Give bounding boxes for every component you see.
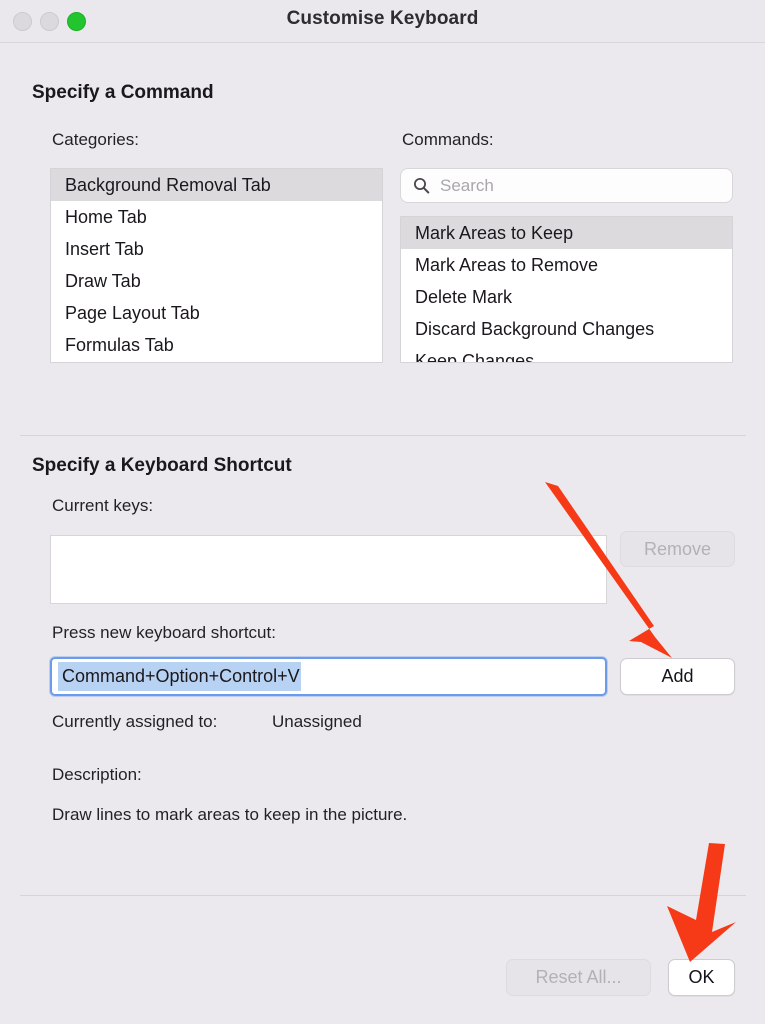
section-divider-top bbox=[20, 435, 746, 436]
command-list-item[interactable]: Discard Background Changes bbox=[401, 313, 732, 345]
currently-assigned-label: Currently assigned to: bbox=[52, 712, 218, 731]
specify-command-heading: Specify a Command bbox=[32, 82, 214, 103]
command-list-item[interactable]: Keep Changes bbox=[401, 345, 732, 362]
category-list-item[interactable]: Formulas Tab bbox=[51, 329, 382, 361]
command-list-item[interactable]: Delete Mark bbox=[401, 281, 732, 313]
commands-list[interactable]: Mark Areas to Keep Mark Areas to Remove … bbox=[400, 216, 733, 363]
search-input[interactable]: Search bbox=[400, 168, 733, 203]
current-keys-box[interactable] bbox=[50, 535, 607, 604]
command-list-item[interactable]: Mark Areas to Keep bbox=[401, 217, 732, 249]
command-list-item[interactable]: Mark Areas to Remove bbox=[401, 249, 732, 281]
categories-list[interactable]: Background Removal Tab Home Tab Insert T… bbox=[50, 168, 383, 363]
customise-keyboard-dialog: Customise Keyboard Specify a Command Cat… bbox=[0, 0, 765, 1024]
category-list-item[interactable]: Background Removal Tab bbox=[51, 169, 382, 201]
current-keys-label: Current keys: bbox=[52, 496, 154, 515]
ok-button[interactable]: OK bbox=[668, 959, 735, 996]
category-list-item[interactable]: Home Tab bbox=[51, 201, 382, 233]
specify-shortcut-heading: Specify a Keyboard Shortcut bbox=[32, 455, 292, 476]
reset-all-button[interactable]: Reset All... bbox=[506, 959, 651, 996]
search-placeholder: Search bbox=[440, 175, 494, 195]
section-divider-bottom bbox=[20, 895, 746, 896]
category-list-item[interactable]: Page Layout Tab bbox=[51, 297, 382, 329]
currently-assigned-value: Unassigned bbox=[272, 712, 362, 731]
description-label: Description: bbox=[52, 765, 142, 784]
description-text: Draw lines to mark areas to keep in the … bbox=[52, 805, 408, 824]
category-list-item[interactable]: Insert Tab bbox=[51, 233, 382, 265]
title-bar: Customise Keyboard bbox=[0, 0, 765, 43]
add-button[interactable]: Add bbox=[620, 658, 735, 695]
remove-button[interactable]: Remove bbox=[620, 531, 735, 567]
category-list-item[interactable]: Draw Tab bbox=[51, 265, 382, 297]
press-new-shortcut-label: Press new keyboard shortcut: bbox=[52, 623, 276, 642]
search-icon bbox=[413, 177, 430, 194]
categories-label: Categories: bbox=[52, 130, 139, 149]
shortcut-input-value: Command+Option+Control+V bbox=[58, 662, 301, 691]
shortcut-input[interactable]: Command+Option+Control+V bbox=[50, 657, 607, 696]
window-title: Customise Keyboard bbox=[286, 8, 479, 29]
commands-label: Commands: bbox=[402, 130, 494, 149]
arrow-to-ok-button bbox=[667, 843, 736, 962]
